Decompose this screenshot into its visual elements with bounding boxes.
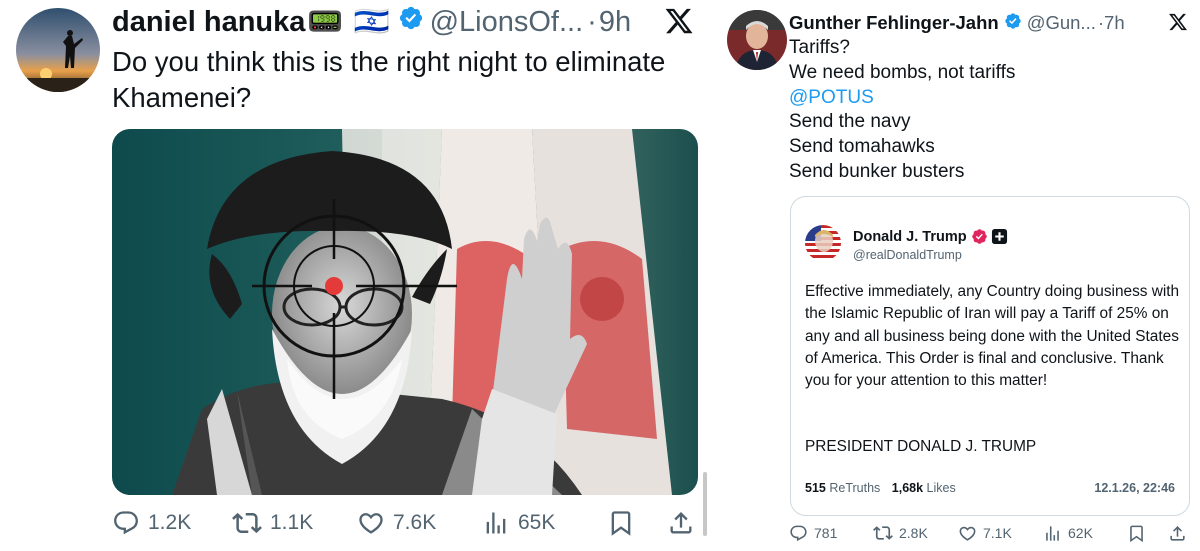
verified-badge-icon [1004, 12, 1022, 35]
quoted-likes-label: Likes [926, 481, 956, 495]
views-button[interactable]: 65K [482, 503, 555, 543]
share-icon [1170, 525, 1185, 541]
action-bar: 1.2K 1.1K 7.6K 65K [112, 503, 702, 543]
tweet-line: Send bunker busters [789, 160, 965, 182]
share-icon [670, 512, 692, 534]
mention-link[interactable]: @POTUS [789, 86, 1015, 111]
author-name[interactable]: Gunther Fehlinger-Jahn [789, 12, 999, 34]
pager-emoji: 📟 [307, 6, 344, 38]
verified-badge-icon [398, 5, 424, 39]
left-tweet: daniel hanuka 📟 🇮🇱 @LionsOf... · 9h Do y… [0, 0, 712, 551]
views-button[interactable]: 62K [1043, 522, 1093, 544]
repost-icon [232, 512, 262, 534]
retruths-count: 515 [805, 481, 826, 495]
bookmark-button[interactable] [607, 503, 635, 543]
tweet-timestamp[interactable]: 7h [1104, 12, 1125, 34]
reply-icon [790, 525, 807, 541]
reply-icon [114, 511, 138, 535]
bookmark-icon [611, 511, 631, 536]
like-count: 7.6K [393, 511, 437, 534]
repost-icon [873, 526, 893, 540]
quoted-author-name[interactable]: Donald J. Trump [853, 229, 967, 245]
quoted-post-stats: 515 ReTruths 1,68k Likes [805, 481, 956, 495]
tweet-text: Do you think this is the right night to … [112, 46, 666, 113]
separator-dot: · [587, 5, 597, 38]
reply-count: 1.2K [148, 511, 192, 534]
scrollbar-thumb[interactable] [703, 472, 707, 536]
quoted-likes-count: 1,68k [891, 481, 924, 495]
tweet-line: Send the navy [789, 111, 911, 133]
like-button[interactable]: 7.1K [958, 522, 1012, 544]
repost-button[interactable]: 1.1K [232, 503, 313, 543]
views-icon [1046, 525, 1059, 541]
x-logo-icon[interactable] [664, 6, 694, 41]
share-button[interactable] [1168, 522, 1187, 544]
views-count: 65K [518, 511, 556, 534]
tweet-text: Tariffs? We need bombs, not tariffs @POT… [789, 36, 1015, 185]
bookmark-button[interactable] [1127, 522, 1146, 544]
author-avatar[interactable] [16, 8, 100, 92]
repost-count: 1.1K [270, 511, 314, 534]
plus-badge-icon [991, 228, 1008, 245]
share-button[interactable] [667, 503, 695, 543]
tweet-image[interactable] [112, 129, 698, 495]
author-avatar[interactable] [727, 10, 787, 70]
author-name[interactable]: daniel hanuka [112, 6, 305, 39]
tweet-line: Tariffs? [789, 37, 850, 58]
retruths-label: ReTruths [829, 481, 881, 495]
quoted-post-date: 12.1.26, 22:46 [1094, 481, 1175, 495]
reply-button[interactable]: 1.2K [112, 503, 191, 543]
like-button[interactable]: 7.6K [357, 503, 436, 543]
tweet-timestamp[interactable]: 9h [599, 6, 631, 39]
author-handle[interactable]: @LionsOf... [430, 6, 584, 39]
tweet-line: We need bombs, not tariffs [789, 61, 1016, 83]
right-tweet: Gunther Fehlinger-Jahn @Gun... · 7h Tari… [712, 0, 1200, 551]
quoted-post-card[interactable]: Donald J. Trump @realDonaldTrump Effecti… [790, 196, 1190, 516]
repost-count: 2.8K [899, 525, 928, 541]
action-bar: 781 2.8K 7.1K 62K [789, 522, 1189, 544]
like-count: 7.1K [983, 525, 1012, 541]
quoted-post-body: Effective immediately, any Country doing… [805, 283, 1180, 390]
tweet-header: Gunther Fehlinger-Jahn @Gun... · 7h [789, 10, 1125, 36]
like-icon [359, 513, 383, 534]
quoted-author-handle[interactable]: @realDonaldTrump [853, 248, 962, 262]
tweet-line: Send tomahawks [789, 136, 935, 158]
israel-flag-emoji: 🇮🇱 [353, 6, 390, 38]
quoted-author-header: Donald J. Trump [853, 228, 1008, 245]
tweet-header: daniel hanuka 📟 🇮🇱 @LionsOf... · 9h [112, 4, 631, 40]
reply-button[interactable]: 781 [789, 522, 837, 544]
quoted-post-signature: PRESIDENT DONALD J. TRUMP [805, 438, 1037, 455]
bookmark-icon [1130, 525, 1143, 542]
views-count: 62K [1068, 525, 1093, 541]
quoted-author-avatar[interactable] [805, 225, 841, 261]
views-icon [486, 512, 506, 534]
author-handle[interactable]: @Gun... [1027, 12, 1096, 34]
reply-count: 781 [814, 525, 838, 541]
repost-button[interactable]: 2.8K [873, 522, 928, 544]
truth-verified-badge-icon [971, 228, 988, 245]
like-icon [959, 526, 976, 541]
x-logo-icon[interactable] [1168, 12, 1188, 37]
